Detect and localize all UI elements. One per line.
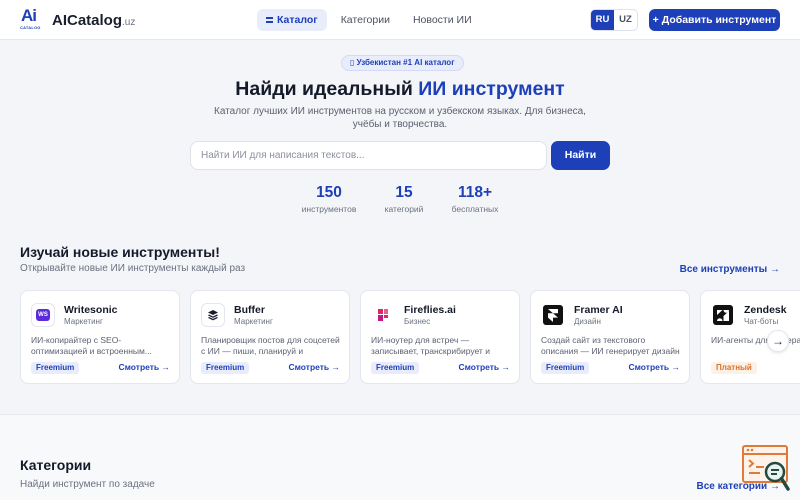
buffer-icon xyxy=(201,303,225,327)
hero-title-accent: ИИ инструмент xyxy=(418,78,565,100)
tools-carousel: WS Writesonic Маркетинг ИИ-копирайтер с … xyxy=(20,290,800,384)
add-tool-button[interactable]: + Добавить инструмент xyxy=(649,9,780,31)
all-tools-link[interactable]: Все инструменты → xyxy=(680,264,780,275)
framer-icon xyxy=(543,305,563,325)
nav-catalog[interactable]: Каталог xyxy=(257,9,327,31)
nav-ai-news[interactable]: Новости ИИ xyxy=(404,9,481,31)
lang-uz[interactable]: UZ xyxy=(614,10,637,30)
logo-suffix: .uz xyxy=(122,16,136,28)
new-tools-title: Изучай новые инструменты! xyxy=(20,244,220,260)
hero-title-plain: Найди идеальный xyxy=(235,78,419,100)
new-tools-subtitle: Открывайте новые ИИ инструменты каждый р… xyxy=(20,263,246,274)
stat-free-label: бесплатных xyxy=(451,204,499,214)
tool-description: ИИ-копирайтер с SEO-оптимизацией и встро… xyxy=(31,335,152,356)
top-header: Ai CATALOG AICatalog.uz Каталог Категори… xyxy=(0,0,800,40)
buffer-icon-shape xyxy=(208,310,218,321)
hero-title: Найди идеальный ИИ инструмент xyxy=(0,78,800,101)
nav-categories[interactable]: Категории xyxy=(332,9,399,31)
tool-category: Дизайн xyxy=(574,317,601,326)
tool-card-buffer[interactable]: Buffer Маркетинг Планировщик постов для … xyxy=(190,290,350,384)
floating-code-search-icon[interactable] xyxy=(742,445,790,491)
stat-tools: 150 инструментов xyxy=(301,184,357,214)
tool-description: Планировщик постов для соцсетей с ИИ — п… xyxy=(201,335,340,356)
tool-name: Framer AI xyxy=(574,304,623,316)
logo-mark-sub: CATALOG xyxy=(20,25,41,30)
tool-name: Zendesk xyxy=(744,304,787,316)
lang-ru[interactable]: RU xyxy=(591,10,614,30)
fireflies-icon-shape xyxy=(378,309,388,321)
nav-catalog-label: Каталог xyxy=(277,14,318,26)
pricing-badge: Freemium xyxy=(201,362,250,374)
logo-mark-text: Ai xyxy=(21,6,37,25)
code-search-icon xyxy=(742,445,790,491)
framer-icon-shape xyxy=(548,308,558,322)
tool-card-writesonic[interactable]: WS Writesonic Маркетинг ИИ-копирайтер с … xyxy=(20,290,180,384)
site-logo[interactable]: Ai CATALOG AICatalog.uz xyxy=(20,6,135,32)
tool-name: Writesonic xyxy=(64,304,118,316)
tool-card-framer[interactable]: Framer AI Дизайн Создай сайт из текстово… xyxy=(530,290,690,384)
tool-name: Buffer xyxy=(234,304,265,316)
stat-free-value: 118+ xyxy=(457,184,493,201)
tool-description: Создай сайт из текстового описания — ИИ … xyxy=(541,335,680,356)
writesonic-icon-text: WS xyxy=(36,309,50,321)
pricing-badge: Платный xyxy=(711,362,757,374)
view-button[interactable]: Смотреть → xyxy=(288,362,340,372)
search-button[interactable]: Найти xyxy=(551,141,610,170)
logo-mark: Ai CATALOG xyxy=(20,6,44,32)
language-switcher: RU UZ xyxy=(590,9,638,31)
catalog-icon xyxy=(266,17,273,23)
tool-card-fireflies[interactable]: Fireflies.ai Бизнес ИИ-ноутер для встреч… xyxy=(360,290,520,384)
hero-badge: ▯ Узбекистан #1 AI каталог xyxy=(341,55,464,71)
categories-title: Категории xyxy=(20,457,92,473)
tool-category: Маркетинг xyxy=(64,317,103,326)
view-button[interactable]: Смотреть → xyxy=(118,362,170,372)
pricing-badge: Freemium xyxy=(371,362,420,374)
pricing-badge: Freemium xyxy=(31,362,80,374)
categories-subtitle: Найди инструмент по задаче xyxy=(20,479,155,490)
hero-subtitle: Каталог лучших ИИ инструментов на русско… xyxy=(214,106,586,130)
writesonic-icon: WS xyxy=(31,303,55,327)
logo-name-text: AICatalog xyxy=(52,11,123,29)
view-button[interactable]: Смотреть → xyxy=(458,362,510,372)
tool-description: ИИ-ноутер для встреч — записывает, транс… xyxy=(371,335,490,356)
main-nav: Каталог Категории Новости ИИ xyxy=(257,9,486,31)
tool-name: Fireflies.ai xyxy=(404,304,456,316)
logo-name: AICatalog.uz xyxy=(52,12,135,29)
tool-category: Маркетинг xyxy=(234,317,273,326)
zendesk-icon-shape xyxy=(717,309,729,321)
zendesk-icon xyxy=(713,305,733,325)
stat-tools-label: инструментов xyxy=(301,204,357,214)
categories-section: Категории Найди инструмент по задаче Все… xyxy=(0,414,800,500)
carousel-next-button[interactable]: → xyxy=(767,330,789,352)
stat-free: 118+ бесплатных xyxy=(449,184,501,214)
search-input[interactable] xyxy=(190,141,547,170)
stat-categories: 15 категорий xyxy=(380,184,428,214)
stat-categories-label: категорий xyxy=(384,204,424,214)
stat-categories-value: 15 xyxy=(395,184,413,201)
tool-category: Чат-боты xyxy=(744,317,779,326)
view-button[interactable]: Смотреть → xyxy=(628,362,680,372)
stat-tools-value: 150 xyxy=(316,184,342,201)
pricing-badge: Freemium xyxy=(541,362,590,374)
tool-category: Бизнес xyxy=(404,317,431,326)
fireflies-icon xyxy=(371,303,395,327)
